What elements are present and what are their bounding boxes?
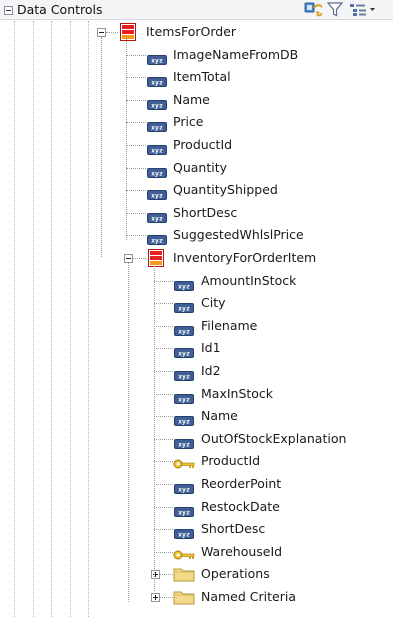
tree-attribute-item[interactable]: xyz ShortDesc — [0, 202, 393, 224]
attribute-label: Name — [201, 408, 238, 424]
attribute-label: ImageNameFromDB — [173, 46, 299, 62]
svg-text:xyz: xyz — [151, 237, 163, 245]
svg-text:xyz: xyz — [178, 508, 190, 516]
expand-inventory-toggle[interactable] — [124, 254, 133, 263]
folder-icon — [173, 589, 195, 609]
svg-text:xyz: xyz — [178, 531, 190, 539]
attribute-label: Name — [173, 91, 210, 107]
folder-label: Named Criteria — [201, 589, 296, 604]
tree-attribute-item[interactable]: xyz ReorderPoint — [0, 473, 393, 495]
attribute-label: WarehouseId — [201, 543, 283, 559]
svg-text:xyz: xyz — [151, 56, 163, 64]
data-controls-panel: Data Controls ItemsForOrder xyz ImageNameF… — [0, 0, 393, 617]
svg-text:xyz: xyz — [178, 373, 190, 381]
tree-attribute-item[interactable]: xyz Name — [0, 405, 393, 427]
tree-attribute-item[interactable]: xyz Quantity — [0, 157, 393, 179]
svg-text:xyz: xyz — [151, 101, 163, 109]
svg-text:xyz: xyz — [151, 79, 163, 87]
tree-attribute-item[interactable]: xyz ProductId — [0, 134, 393, 156]
attribute-label: ShortDesc — [173, 204, 238, 220]
node-label: ItemsForOrder — [146, 24, 237, 39]
panel-title: Data Controls — [17, 2, 103, 17]
svg-text:xyz: xyz — [178, 282, 190, 290]
attribute-label: ItemTotal — [173, 69, 231, 85]
tree-attribute-item[interactable]: xyz AmountInStock — [0, 270, 393, 292]
filter-icon[interactable] — [327, 2, 343, 17]
tree-node-items-for-order[interactable]: ItemsForOrder — [0, 21, 393, 43]
refresh-icon[interactable] — [304, 2, 322, 17]
expand-folder-toggle[interactable] — [151, 570, 160, 580]
tree-folder-named-criteria[interactable]: Named Criteria — [0, 586, 393, 608]
svg-text:xyz: xyz — [178, 350, 190, 358]
key-icon — [173, 546, 195, 565]
attribute-label: Quantity — [173, 159, 228, 175]
tree-options-icon[interactable] — [349, 2, 377, 17]
attribute-label: SuggestedWhlslPrice — [173, 227, 304, 243]
tree-attribute-item[interactable]: xyz RestockDate — [0, 496, 393, 518]
expand-items-for-order-toggle[interactable] — [97, 28, 106, 37]
tree-attribute-item[interactable]: xyz QuantityShipped — [0, 179, 393, 201]
tree-node-inventory-for-order-item[interactable]: InventoryForOrderItem — [0, 247, 393, 269]
collection-icon — [148, 249, 164, 271]
tree-attribute-item[interactable]: xyz Filename — [0, 315, 393, 337]
collapse-panel-icon[interactable] — [4, 6, 13, 15]
attribute-label: RestockDate — [201, 498, 280, 514]
tree-attribute-item[interactable]: xyz ShortDesc — [0, 518, 393, 540]
key-icon — [173, 455, 195, 474]
attribute-label: Id1 — [201, 340, 221, 356]
attribute-label: Id2 — [201, 363, 221, 378]
tree-attribute-item[interactable]: xyz MaxInStock — [0, 383, 393, 405]
tree-attribute-item[interactable]: xyz Id2 — [0, 360, 393, 382]
tree-attribute-item[interactable]: xyz ItemTotal — [0, 66, 393, 88]
tree-attribute-item[interactable]: xyz OutOfStockExplanation — [0, 428, 393, 450]
expand-folder-toggle[interactable] — [151, 593, 160, 602]
svg-text:xyz: xyz — [178, 305, 190, 313]
node-label: InventoryForOrderItem — [173, 250, 317, 265]
svg-text:xyz: xyz — [178, 440, 190, 448]
tree-folder-operations[interactable]: Operations — [0, 563, 393, 585]
attribute-label: MaxInStock — [201, 385, 274, 401]
attribute-label: Price — [173, 114, 204, 130]
tree-attribute-item[interactable]: xyz ImageNameFromDB — [0, 44, 393, 66]
collection-icon — [120, 23, 136, 45]
attribute-label: ProductId — [201, 453, 261, 469]
folder-icon — [173, 566, 195, 586]
svg-text:xyz: xyz — [178, 327, 190, 335]
tree-attribute-item[interactable]: xyz City — [0, 292, 393, 314]
tree-attribute-item[interactable]: WarehouseId — [0, 541, 393, 563]
attribute-label: QuantityShipped — [173, 182, 278, 198]
tree-attribute-item[interactable]: xyz SuggestedWhlslPrice — [0, 224, 393, 246]
attribute-label: OutOfStockExplanation — [201, 430, 347, 446]
svg-text:xyz: xyz — [151, 192, 163, 200]
svg-text:xyz: xyz — [178, 395, 190, 403]
svg-text:xyz: xyz — [151, 214, 163, 222]
attribute-label: ReorderPoint — [201, 476, 282, 491]
attribute-label: AmountInStock — [201, 272, 297, 288]
tree-attribute-item[interactable]: xyz Price — [0, 111, 393, 133]
folder-label: Operations — [201, 566, 270, 582]
svg-text:xyz: xyz — [151, 147, 163, 155]
svg-text:xyz: xyz — [178, 486, 190, 494]
tree-attribute-item[interactable]: xyz Id1 — [0, 337, 393, 359]
tree-attribute-item[interactable]: ProductId — [0, 450, 393, 472]
tree-attribute-item[interactable]: xyz Name — [0, 89, 393, 111]
attribute-label: ProductId — [173, 137, 233, 152]
attribute-label: City — [201, 295, 226, 311]
svg-text:xyz: xyz — [151, 169, 163, 177]
svg-text:xyz: xyz — [178, 418, 190, 426]
svg-text:xyz: xyz — [151, 124, 163, 132]
panel-header: Data Controls — [0, 0, 393, 20]
attribute-label: ShortDesc — [201, 521, 266, 537]
attribute-label: Filename — [201, 317, 258, 333]
